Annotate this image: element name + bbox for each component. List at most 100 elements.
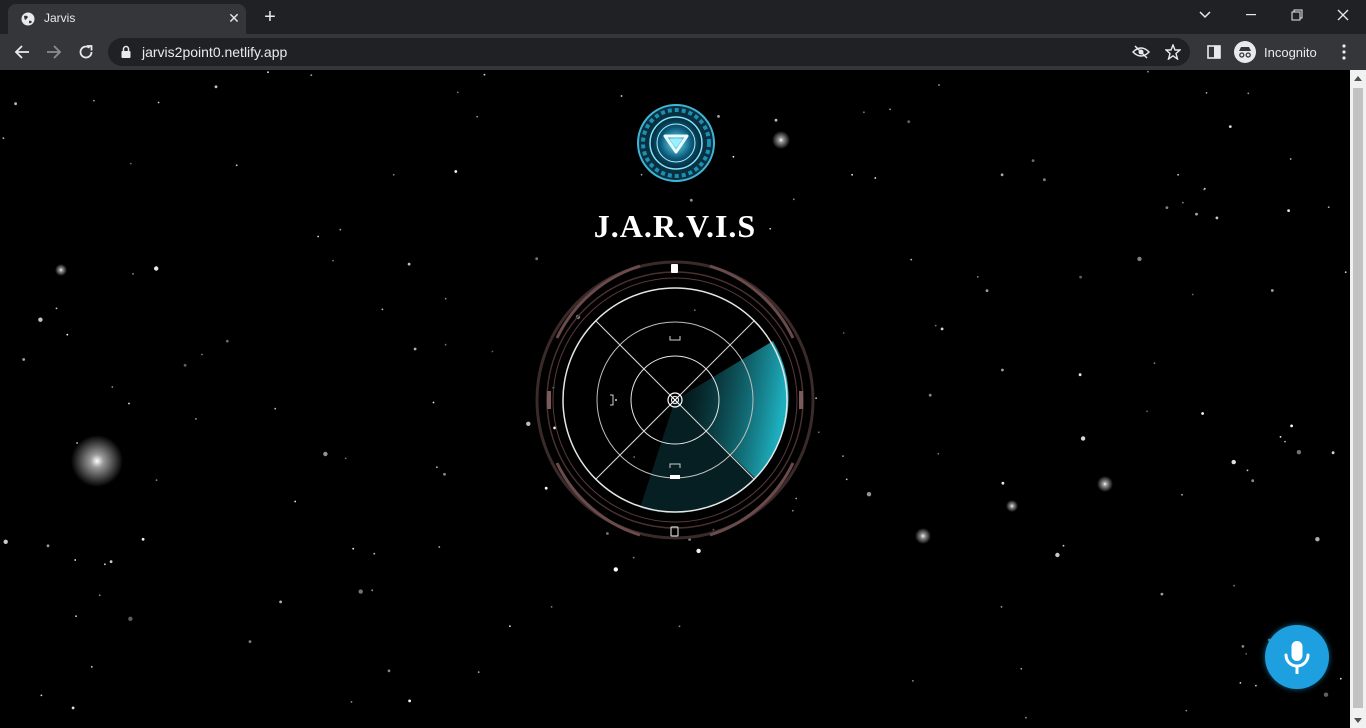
- star: [1001, 481, 1005, 485]
- star: [874, 177, 877, 179]
- incognito-icon: [1234, 41, 1256, 63]
- microphone-icon: [1284, 641, 1310, 674]
- star: [491, 350, 494, 353]
- reload-icon[interactable]: [72, 38, 100, 66]
- star: [845, 478, 848, 481]
- star: [1025, 716, 1027, 719]
- star: [476, 115, 479, 118]
- forward-arrow-icon[interactable]: [40, 38, 68, 66]
- star: [387, 669, 391, 673]
- star: [1080, 436, 1086, 441]
- star: [195, 418, 197, 420]
- star: [141, 537, 145, 541]
- star: [907, 120, 911, 124]
- star: [842, 455, 844, 457]
- close-tab-icon[interactable]: ✕: [226, 10, 242, 26]
- browser-tab[interactable]: Jarvis ✕: [8, 4, 246, 34]
- star: [1182, 201, 1184, 204]
- star: [940, 327, 944, 331]
- star: [1284, 440, 1286, 443]
- star: [381, 308, 384, 311]
- vertical-scrollbar[interactable]: [1350, 70, 1366, 728]
- star: [1153, 362, 1156, 364]
- minimize-icon[interactable]: [1228, 0, 1274, 30]
- star: [1331, 451, 1335, 455]
- star: [2, 137, 5, 139]
- back-arrow-icon[interactable]: [8, 38, 36, 66]
- star: [1270, 289, 1274, 292]
- star: [1246, 469, 1249, 472]
- side-panel-icon[interactable]: [1200, 38, 1228, 66]
- page-title: J.A.R.V.I.S: [593, 208, 757, 244]
- lock-icon[interactable]: [120, 45, 132, 59]
- tab-strip: Jarvis ✕ +: [0, 0, 1366, 34]
- address-bar[interactable]: jarvis2point0.netlify.app: [108, 38, 1190, 66]
- star: [1185, 709, 1188, 712]
- star: [443, 472, 446, 476]
- star: [109, 560, 113, 563]
- star: [128, 616, 133, 621]
- star: [154, 266, 159, 271]
- star: [71, 706, 75, 710]
- star: [1177, 173, 1179, 176]
- star: [1245, 653, 1248, 655]
- new-tab-button[interactable]: +: [258, 6, 282, 28]
- star: [732, 155, 735, 158]
- close-window-icon[interactable]: [1320, 0, 1366, 30]
- star: [1160, 592, 1164, 596]
- star: [413, 347, 417, 351]
- star: [613, 567, 618, 572]
- star: [436, 466, 438, 469]
- star: [1205, 92, 1208, 94]
- star: [928, 393, 932, 397]
- star: [128, 402, 130, 405]
- star: [344, 457, 347, 460]
- scrollbar-thumb[interactable]: [1353, 88, 1363, 708]
- star: [1001, 368, 1004, 372]
- star: [438, 546, 441, 548]
- star: [1296, 450, 1302, 455]
- star: [407, 262, 411, 266]
- star: [1055, 552, 1060, 558]
- star: [183, 363, 187, 367]
- star: [866, 492, 872, 497]
- star: [444, 297, 447, 300]
- star: [14, 102, 17, 106]
- url-text[interactable]: jarvis2point0.netlify.app: [142, 44, 287, 60]
- star: [477, 671, 480, 673]
- star: [696, 548, 701, 554]
- star: [66, 333, 69, 336]
- star: [155, 479, 158, 481]
- star: [157, 101, 160, 104]
- restore-icon[interactable]: [1274, 0, 1320, 30]
- star: [1181, 493, 1183, 496]
- star: [774, 118, 778, 122]
- star: [38, 317, 43, 322]
- star: [432, 401, 435, 404]
- bright-star: [1097, 476, 1113, 492]
- more-menu-icon[interactable]: [1336, 42, 1352, 62]
- star: [1251, 479, 1255, 483]
- star: [792, 198, 795, 201]
- star: [632, 556, 635, 559]
- star: [509, 625, 511, 628]
- star: [248, 640, 252, 643]
- star: [93, 99, 95, 102]
- star: [1000, 173, 1004, 177]
- star: [294, 500, 297, 503]
- incognito-profile-button[interactable]: Incognito: [1234, 38, 1317, 66]
- tracking-blocked-eye-icon[interactable]: [1132, 43, 1150, 61]
- microphone-button[interactable]: [1265, 625, 1329, 689]
- star: [225, 339, 229, 343]
- star: [1137, 256, 1142, 262]
- radar-scanner: [535, 260, 815, 540]
- star: [235, 164, 238, 167]
- star: [1147, 70, 1149, 73]
- star: [132, 273, 134, 275]
- star: [1290, 424, 1293, 428]
- star: [392, 173, 395, 176]
- bookmark-star-icon[interactable]: [1164, 43, 1182, 61]
- tab-search-icon[interactable]: [1182, 0, 1228, 30]
- scroll-down-arrow-icon[interactable]: [1350, 712, 1366, 728]
- scroll-up-arrow-icon[interactable]: [1350, 70, 1366, 86]
